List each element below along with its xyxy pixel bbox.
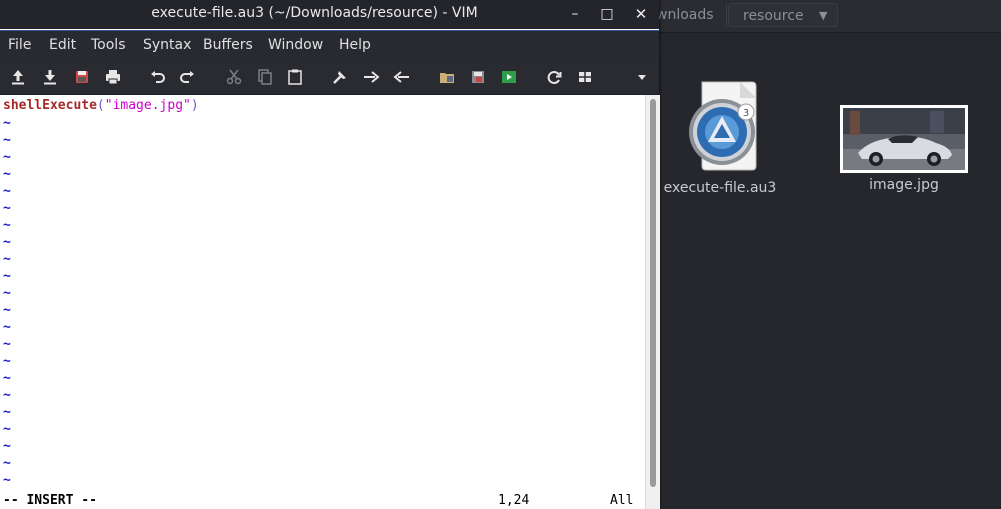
empty-line-marker: ~ bbox=[3, 371, 11, 386]
file-label-execute-au3: execute-file.au3 bbox=[663, 180, 777, 196]
open-icon[interactable] bbox=[8, 67, 28, 87]
autoit-script-icon: 3 bbox=[689, 81, 757, 171]
empty-line-marker: ~ bbox=[3, 150, 11, 165]
empty-line-marker: ~ bbox=[3, 354, 11, 369]
empty-line-marker: ~ bbox=[3, 269, 11, 284]
save-session-icon[interactable] bbox=[468, 67, 488, 87]
empty-line-marker: ~ bbox=[3, 235, 11, 250]
empty-line-marker: ~ bbox=[3, 320, 11, 335]
load-session-icon[interactable] bbox=[437, 67, 457, 87]
breadcrumb-downloads[interactable]: wnloads bbox=[656, 3, 727, 27]
redo-icon[interactable] bbox=[177, 67, 197, 87]
close-button[interactable]: ✕ bbox=[631, 4, 651, 24]
toolbar bbox=[0, 60, 659, 95]
empty-line-marker: ~ bbox=[3, 201, 11, 216]
minimize-button[interactable]: – bbox=[565, 4, 585, 24]
save-all-icon[interactable] bbox=[72, 67, 92, 87]
empty-line-marker: ~ bbox=[3, 303, 11, 318]
vim-titlebar[interactable]: execute-file.au3 (~/Downloads/resource) … bbox=[0, 0, 659, 29]
empty-line-marker: ~ bbox=[3, 218, 11, 233]
empty-line-marker: ~ bbox=[3, 184, 11, 199]
menu-tools[interactable]: Tools bbox=[91, 31, 126, 60]
empty-line-marker: ~ bbox=[3, 286, 11, 301]
replace-icon[interactable] bbox=[330, 67, 350, 87]
find-prev-icon[interactable] bbox=[392, 67, 412, 87]
menu-file[interactable]: File bbox=[8, 31, 31, 60]
breadcrumb-resource-label: resource bbox=[743, 8, 804, 24]
menu-syntax[interactable]: Syntax bbox=[143, 31, 191, 60]
code-string: "image.jpg" bbox=[104, 98, 191, 113]
scroll-position: All bbox=[610, 493, 634, 508]
empty-line-marker: ~ bbox=[3, 388, 11, 403]
editor-scrollbar[interactable] bbox=[645, 95, 660, 509]
window-title: execute-file.au3 (~/Downloads/resource) … bbox=[151, 5, 478, 21]
cut-icon[interactable] bbox=[224, 67, 244, 87]
make-icon[interactable] bbox=[544, 67, 564, 87]
empty-line-marker: ~ bbox=[3, 116, 11, 131]
maximize-button[interactable]: □ bbox=[597, 4, 617, 24]
car-image-thumbnail bbox=[840, 105, 968, 173]
menu-help[interactable]: Help bbox=[339, 31, 371, 60]
find-next-icon[interactable] bbox=[361, 67, 381, 87]
svg-text:3: 3 bbox=[743, 108, 749, 119]
run-script-icon[interactable] bbox=[499, 67, 519, 87]
code-open-paren: ( bbox=[96, 98, 105, 113]
menu-edit[interactable]: Edit bbox=[49, 31, 76, 60]
file-label-image-jpg: image.jpg bbox=[869, 177, 939, 193]
print-icon[interactable] bbox=[103, 67, 123, 87]
empty-line-marker: ~ bbox=[3, 252, 11, 267]
code-close-paren: ) bbox=[190, 98, 199, 113]
empty-line-marker: ~ bbox=[3, 133, 11, 148]
empty-line-marker: ~ bbox=[3, 167, 11, 182]
chevron-down-icon[interactable]: ▼ bbox=[819, 4, 827, 28]
menu-buffers[interactable]: Buffers bbox=[203, 31, 253, 60]
scrollbar-thumb[interactable] bbox=[650, 99, 656, 487]
paste-icon[interactable] bbox=[285, 67, 305, 87]
save-icon[interactable] bbox=[40, 67, 60, 87]
file-item-execute-au3[interactable]: 3 execute-file.au3 bbox=[660, 80, 780, 196]
editor-area[interactable]: shellExecute("image.jpg") ~ ~ ~ ~ ~ ~ ~ … bbox=[0, 95, 645, 509]
tags-icon[interactable] bbox=[575, 67, 595, 87]
code-line-1: shellExecute("image.jpg") bbox=[3, 97, 199, 114]
empty-line-marker: ~ bbox=[3, 439, 11, 454]
status-line: -- INSERT -- 1,24 All bbox=[3, 492, 643, 509]
empty-line-marker: ~ bbox=[3, 456, 11, 471]
menu-window[interactable]: Window bbox=[268, 31, 323, 60]
empty-line-marker: ~ bbox=[3, 405, 11, 420]
file-item-image-jpg[interactable]: image.jpg bbox=[838, 105, 970, 193]
copy-icon[interactable] bbox=[255, 67, 275, 87]
cursor-position: 1,24 bbox=[498, 493, 530, 508]
undo-icon[interactable] bbox=[148, 67, 168, 87]
menu-bar: File Edit Tools Syntax Buffers Window He… bbox=[0, 30, 659, 60]
empty-line-marker: ~ bbox=[3, 422, 11, 437]
empty-line-marker: ~ bbox=[3, 337, 11, 352]
mode-indicator: -- INSERT -- bbox=[3, 493, 97, 508]
empty-line-marker: ~ bbox=[3, 473, 11, 488]
code-function: shellExecute bbox=[3, 98, 97, 113]
breadcrumb-resource[interactable]: resource ▼ bbox=[728, 3, 838, 27]
overflow-chevron-icon[interactable] bbox=[632, 67, 652, 87]
vim-window: execute-file.au3 (~/Downloads/resource) … bbox=[0, 0, 660, 509]
